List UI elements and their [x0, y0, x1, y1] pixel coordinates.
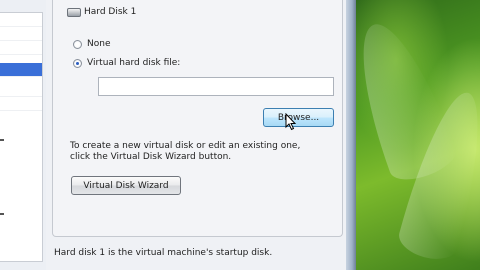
virtual-disk-file-input[interactable] — [98, 77, 334, 96]
wizard-description-line1: To create a new virtual disk or edit an … — [70, 141, 301, 151]
hard-disk-icon — [67, 7, 81, 17]
list-item[interactable] — [0, 41, 42, 55]
browse-button[interactable]: Browse... — [263, 108, 334, 127]
list-item-selected[interactable] — [0, 63, 42, 77]
list-marker — [0, 213, 4, 215]
startup-disk-note: Hard disk 1 is the virtual machine's sta… — [54, 248, 273, 258]
radio-virtual-disk-file-label[interactable]: Virtual hard disk file: — [87, 58, 180, 68]
list-marker — [0, 139, 4, 141]
wizard-description: To create a new virtual disk or edit an … — [70, 141, 330, 163]
list-item[interactable] — [0, 27, 42, 41]
settings-sidebar — [0, 0, 47, 270]
hard-disk-groupbox: Hard Disk 1 None Virtual hard disk file:… — [52, 0, 343, 237]
radio-none-label[interactable]: None — [87, 39, 110, 49]
mouse-pointer-icon — [285, 113, 297, 131]
wizard-description-line2: click the Virtual Disk Wizard button. — [70, 152, 232, 162]
list-item[interactable] — [0, 13, 42, 27]
desktop-wallpaper — [356, 0, 480, 270]
list-item[interactable] — [0, 97, 42, 111]
settings-panel: Hard Disk 1 None Virtual hard disk file:… — [46, 0, 346, 270]
virtual-disk-wizard-button[interactable]: Virtual Disk Wizard — [71, 176, 181, 195]
radio-virtual-disk-file-button[interactable] — [73, 58, 82, 68]
radio-none-button[interactable] — [73, 39, 82, 49]
window-border — [346, 0, 356, 270]
radio-virtual-disk-file[interactable]: Virtual hard disk file: — [73, 56, 180, 70]
settings-list — [0, 12, 43, 262]
group-title-label: Hard Disk 1 — [84, 7, 137, 17]
group-title: Hard Disk 1 — [67, 5, 136, 19]
list-item[interactable] — [0, 83, 42, 97]
radio-none[interactable]: None — [73, 37, 110, 51]
